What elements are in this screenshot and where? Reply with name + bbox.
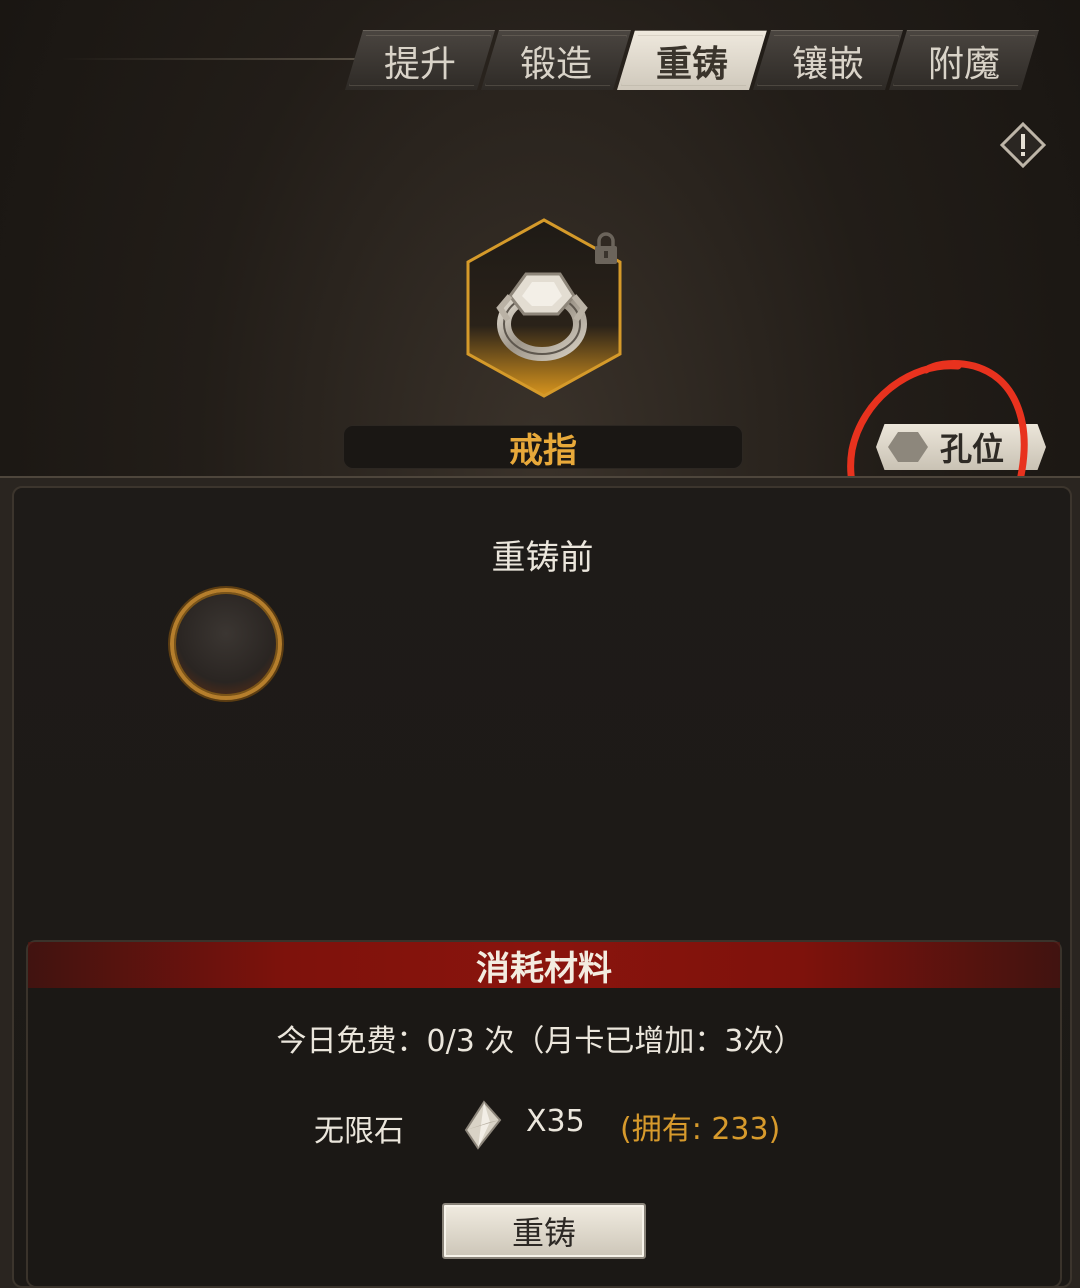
header-divider bbox=[60, 58, 360, 60]
lock-icon bbox=[592, 232, 620, 266]
item-name: 戒指 bbox=[343, 425, 743, 471]
tab-label: 附魔 bbox=[927, 43, 1000, 85]
stone-quantity: X35 bbox=[526, 1104, 585, 1139]
materials-header: 消耗材料 bbox=[28, 942, 1060, 989]
crystal-icon bbox=[460, 1100, 504, 1150]
tab-inlay[interactable]: 镶嵌 bbox=[753, 30, 903, 90]
tab-label: 提升 bbox=[383, 43, 456, 85]
free-attempts-text: 今日免费：0/3 次（月卡已增加：3次） bbox=[276, 1024, 804, 1059]
info-icon[interactable] bbox=[1000, 122, 1046, 168]
tab-label: 重铸 bbox=[655, 43, 728, 85]
tab-enchant[interactable]: 附魔 bbox=[889, 30, 1039, 90]
stone-owned-count: (拥有: 233) bbox=[620, 1112, 781, 1147]
hexagon-icon bbox=[888, 432, 928, 462]
socket-button[interactable]: 孔位 bbox=[876, 424, 1046, 470]
tab-reforge[interactable]: 重铸 bbox=[617, 30, 767, 90]
stone-name: 无限石 bbox=[314, 1114, 404, 1149]
tab-label: 镶嵌 bbox=[791, 43, 864, 85]
tab-bar: 提升 锻造 重铸 镶嵌 附魔 bbox=[345, 30, 1050, 90]
attribute-slot[interactable] bbox=[170, 588, 282, 700]
cost-row: 无限石 X35 (拥有: 233) bbox=[0, 1100, 1080, 1150]
tab-label: 锻造 bbox=[519, 43, 592, 85]
reforge-button-label: 重铸 bbox=[511, 1214, 576, 1252]
before-reforge-title: 重铸前 bbox=[491, 538, 594, 578]
tab-upgrade[interactable]: 提升 bbox=[345, 30, 495, 90]
socket-button-label: 孔位 bbox=[939, 430, 1004, 468]
reforge-button[interactable]: 重铸 bbox=[442, 1203, 646, 1259]
tab-forge[interactable]: 锻造 bbox=[481, 30, 631, 90]
